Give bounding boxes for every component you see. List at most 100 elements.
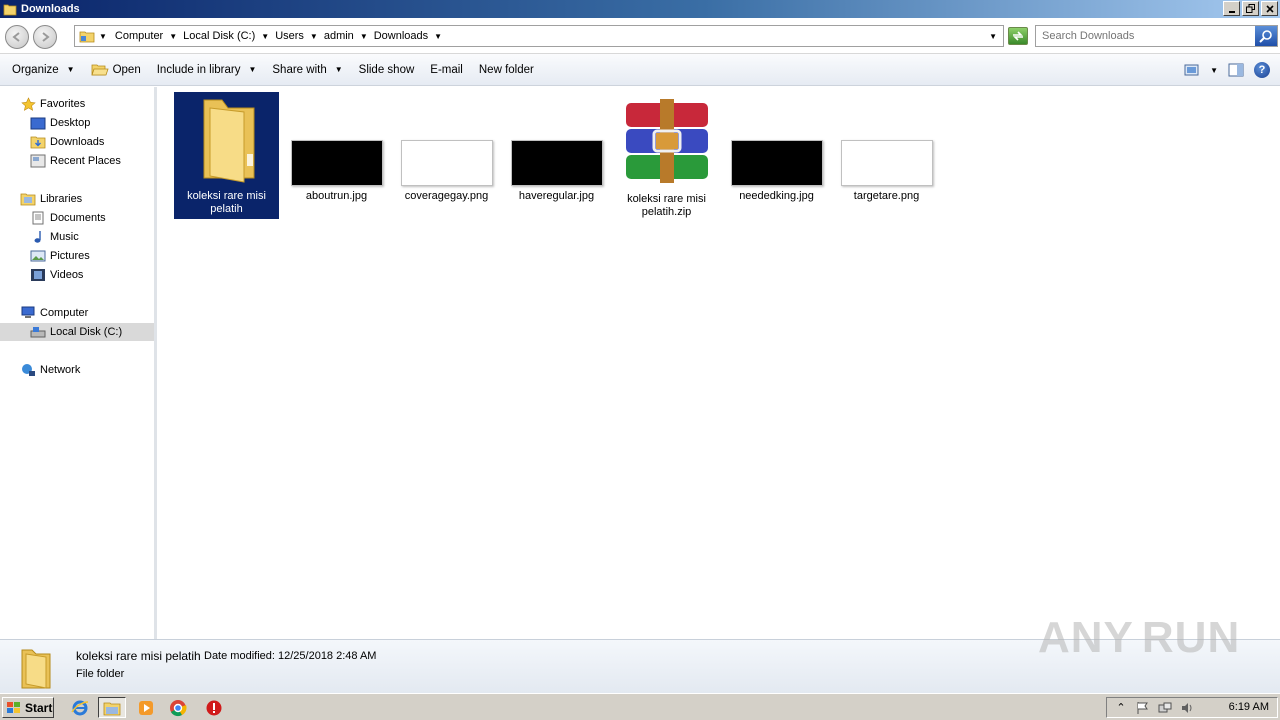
command-bar: Organize ▼ Open Include in library ▼ Share…	[0, 54, 1280, 86]
image-thumbnail	[840, 140, 933, 186]
include-in-library-button[interactable]: Include in library ▼	[149, 54, 265, 85]
stop-icon	[206, 700, 222, 715]
chevron-down-icon[interactable]: ▼	[434, 32, 442, 41]
file-item-image[interactable]: coveragegay.png	[394, 92, 499, 203]
clock[interactable]: 6:19 AM	[1229, 701, 1269, 713]
taskbar-internet-explorer[interactable]	[66, 697, 94, 718]
breadcrumb-users[interactable]: Users ▼	[275, 30, 318, 42]
chevron-down-icon: ▼	[248, 65, 257, 74]
change-view-icon[interactable]	[1184, 63, 1200, 77]
internet-explorer-icon	[71, 700, 89, 715]
file-item-archive[interactable]: koleksi rare misi pelatih.zip	[614, 92, 719, 219]
view-controls: ▼ ?	[1184, 62, 1270, 78]
file-item-image[interactable]: targetare.png	[834, 92, 939, 203]
network-icon	[20, 363, 36, 377]
chevron-down-icon[interactable]: ▼	[261, 32, 269, 41]
chevron-down-icon[interactable]: ▼	[360, 32, 368, 41]
refresh-icon	[1013, 31, 1023, 41]
start-button[interactable]: Start	[2, 697, 54, 718]
breadcrumb-admin[interactable]: admin ▼	[324, 30, 368, 42]
title-bar: Downloads	[0, 0, 1280, 18]
file-list: koleksi rare misi pelatih aboutrun.jpg c…	[160, 87, 1280, 639]
open-button[interactable]: Open	[83, 54, 149, 85]
downloads-folder-icon	[30, 135, 46, 149]
file-item-image[interactable]: aboutrun.jpg	[284, 92, 389, 203]
breadcrumb-computer[interactable]: Computer ▼	[115, 30, 177, 42]
help-icon[interactable]: ?	[1254, 62, 1270, 78]
recent-places-icon	[30, 154, 46, 168]
address-history-dropdown[interactable]: ▼	[989, 32, 997, 41]
nav-libraries[interactable]: Libraries	[20, 190, 174, 208]
details-file-name: koleksi rare misi pelatih	[76, 649, 201, 663]
arrow-left-icon	[12, 32, 20, 42]
taskbar-stop-app[interactable]	[200, 697, 228, 718]
slide-show-button[interactable]: Slide show	[351, 54, 423, 85]
documents-icon	[30, 211, 46, 225]
nav-network[interactable]: Network	[20, 361, 174, 379]
breadcrumb-local-disk[interactable]: Local Disk (C:) ▼	[183, 30, 269, 42]
arrow-right-icon	[42, 32, 50, 42]
share-with-button[interactable]: Share with ▼	[264, 54, 350, 85]
taskbar-media-player[interactable]	[132, 697, 160, 718]
email-button[interactable]: E-mail	[422, 54, 471, 85]
chevron-down-icon[interactable]: ▼	[310, 32, 318, 41]
watermark: ANY RUN	[1038, 613, 1241, 662]
libraries-icon	[20, 192, 36, 206]
restore-icon	[1246, 4, 1255, 13]
nav-local-disk[interactable]: Local Disk (C:)	[0, 323, 154, 341]
chevron-down-icon: ▼	[66, 65, 75, 74]
refresh-button[interactable]	[1008, 27, 1028, 45]
media-player-icon	[139, 700, 153, 715]
folder-icon	[103, 702, 121, 715]
desktop-icon	[30, 116, 46, 130]
navigation-pane: Favorites Desktop Downloads Recent Place…	[0, 87, 157, 639]
system-tray: ⌃ 6:19 AM	[1106, 697, 1278, 718]
chevron-down-icon[interactable]: ▼	[99, 32, 107, 41]
close-button[interactable]	[1261, 1, 1278, 16]
preview-pane-icon[interactable]	[1228, 63, 1244, 77]
chevron-down-icon[interactable]: ▼	[1210, 66, 1218, 75]
details-date-modified: Date modified: 12/25/2018 2:48 AM	[204, 650, 377, 662]
folder-icon	[3, 4, 17, 15]
close-icon	[1265, 4, 1274, 13]
organize-button[interactable]: Organize ▼	[0, 54, 83, 85]
pictures-icon	[30, 249, 46, 263]
nav-computer[interactable]: Computer	[20, 304, 174, 322]
address-bar[interactable]: ▼ Computer ▼ Local Disk (C:) ▼ Users ▼ admi…	[74, 25, 1004, 47]
volume-icon[interactable]	[1179, 700, 1195, 716]
search-input[interactable]	[1042, 30, 1247, 42]
minimize-icon	[1228, 10, 1235, 13]
chrome-icon	[170, 699, 187, 716]
image-thumbnail	[290, 140, 383, 186]
address-bar-row: ▼ Computer ▼ Local Disk (C:) ▼ Users ▼ admi…	[0, 18, 1280, 54]
new-folder-button[interactable]: New folder	[471, 54, 542, 85]
minimize-button[interactable]	[1223, 1, 1240, 16]
file-item-folder[interactable]: koleksi rare misi pelatih	[174, 92, 279, 219]
image-thumbnail	[730, 140, 823, 186]
taskbar: Start ⌃ 6:19 AM	[0, 693, 1280, 720]
chevron-down-icon[interactable]: ▼	[169, 32, 177, 41]
folder-icon	[21, 649, 51, 689]
windows-logo-icon	[7, 701, 20, 713]
file-item-image[interactable]: neededking.jpg	[724, 92, 829, 203]
flag-icon[interactable]	[1135, 700, 1151, 716]
computer-icon	[20, 306, 36, 320]
taskbar-explorer[interactable]	[98, 697, 126, 718]
restore-button[interactable]	[1242, 1, 1259, 16]
taskbar-chrome[interactable]	[164, 697, 192, 718]
winrar-archive-icon	[625, 99, 708, 183]
file-item-image[interactable]: haveregular.jpg	[504, 92, 609, 203]
forward-button[interactable]	[33, 25, 57, 49]
breadcrumb-downloads[interactable]: Downloads ▼	[374, 30, 442, 42]
nav-favorites[interactable]: Favorites	[20, 95, 174, 113]
network-status-icon[interactable]	[1157, 700, 1173, 716]
window-title: Downloads	[21, 3, 80, 15]
hard-drive-icon	[30, 325, 46, 339]
details-file-type: File folder	[76, 668, 125, 680]
folder-icon	[203, 99, 254, 183]
back-button[interactable]	[5, 25, 29, 49]
search-box[interactable]	[1035, 25, 1278, 47]
search-button[interactable]	[1255, 26, 1277, 46]
chevron-down-icon: ▼	[334, 65, 343, 74]
chevron-up-icon[interactable]: ⌃	[1113, 700, 1129, 716]
